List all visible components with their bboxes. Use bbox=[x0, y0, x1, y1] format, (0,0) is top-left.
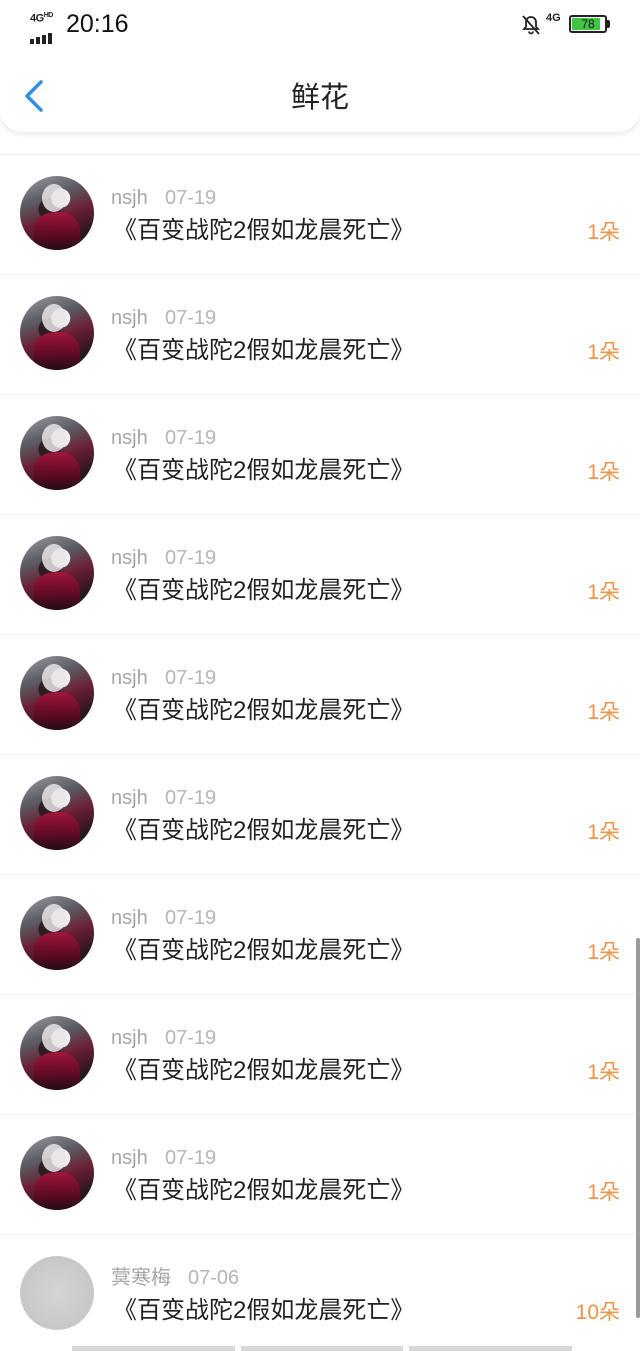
book-title[interactable]: 《百变战陀2假如龙晨死亡》 bbox=[113, 936, 414, 966]
avatar[interactable] bbox=[20, 1136, 94, 1210]
list-item[interactable]: nsjh 07-19 《百变战陀2假如龙晨死亡》 1朵 bbox=[0, 635, 640, 755]
avatar[interactable] bbox=[20, 1256, 94, 1330]
list-item[interactable]: nsjh 07-19 《百变战陀2假如龙晨死亡》 1朵 bbox=[0, 1115, 640, 1235]
battery-level: 78 bbox=[581, 17, 595, 31]
flower-count: 1朵 bbox=[587, 1061, 620, 1084]
list-item[interactable]: nsjh 07-19 《百变战陀2假如龙晨死亡》 1朵 bbox=[0, 875, 640, 995]
flower-count: 1朵 bbox=[587, 581, 620, 604]
date: 07-06 bbox=[188, 1267, 240, 1289]
flower-count: 1朵 bbox=[587, 701, 620, 724]
flower-count: 1朵 bbox=[587, 341, 620, 364]
status-time: 20:16 bbox=[66, 10, 129, 38]
username[interactable]: 蓂寒梅 bbox=[111, 1266, 171, 1290]
book-title[interactable]: 《百变战陀2假如龙晨死亡》 bbox=[113, 336, 414, 366]
date: 07-19 bbox=[165, 187, 217, 209]
username[interactable]: nsjh bbox=[111, 1146, 148, 1170]
date: 07-19 bbox=[165, 547, 217, 569]
username[interactable]: nsjh bbox=[111, 1026, 148, 1050]
list-item[interactable]: 蓂寒梅 07-06 《百变战陀2假如龙晨死亡》 10朵 bbox=[0, 1235, 640, 1351]
username[interactable]: nsjh bbox=[111, 306, 148, 330]
date: 07-19 bbox=[165, 1147, 217, 1169]
signal-indicator: 4GHD bbox=[30, 12, 60, 44]
avatar[interactable] bbox=[20, 776, 94, 850]
username[interactable]: nsjh bbox=[111, 906, 148, 930]
avatar[interactable] bbox=[20, 536, 94, 610]
avatar[interactable] bbox=[20, 176, 94, 250]
avatar[interactable] bbox=[20, 656, 94, 730]
flower-count: 10朵 bbox=[575, 1301, 620, 1324]
avatar[interactable] bbox=[20, 1016, 94, 1090]
signal-bars-icon bbox=[30, 26, 54, 44]
book-title[interactable]: 《百变战陀2假如龙晨死亡》 bbox=[113, 456, 414, 486]
book-title[interactable]: 《百变战陀2假如龙晨死亡》 bbox=[113, 1056, 414, 1086]
list-item[interactable]: nsjh 07-19 《百变战陀2假如龙晨死亡》 1朵 bbox=[0, 275, 640, 395]
network-type: 4G bbox=[546, 12, 561, 24]
battery-icon: 78 bbox=[569, 15, 607, 33]
book-title[interactable]: 《百变战陀2假如龙晨死亡》 bbox=[113, 1296, 414, 1326]
username[interactable]: nsjh bbox=[111, 186, 148, 210]
bell-muted-icon bbox=[521, 15, 541, 35]
signal-label: 4GHD bbox=[30, 12, 53, 25]
flower-count: 1朵 bbox=[587, 221, 620, 244]
flower-list: nsjh 07-19 《百变战陀2假如龙晨死亡》 1朵 nsjh 07-19 《… bbox=[0, 154, 640, 1351]
list-item[interactable]: nsjh 07-19 《百变战陀2假如龙晨死亡》 1朵 bbox=[0, 515, 640, 635]
bottom-strip bbox=[72, 1346, 573, 1351]
date: 07-19 bbox=[165, 667, 217, 689]
book-title[interactable]: 《百变战陀2假如龙晨死亡》 bbox=[113, 816, 414, 846]
username[interactable]: nsjh bbox=[111, 666, 148, 690]
header: 4GHD 20:16 4G 78 鲜花 bbox=[0, 0, 640, 132]
username[interactable]: nsjh bbox=[111, 546, 148, 570]
date: 07-19 bbox=[165, 1027, 217, 1049]
date: 07-19 bbox=[165, 307, 217, 329]
flower-count: 1朵 bbox=[587, 461, 620, 484]
status-bar: 4GHD 20:16 4G 78 bbox=[0, 0, 640, 52]
avatar[interactable] bbox=[20, 296, 94, 370]
date: 07-19 bbox=[165, 427, 217, 449]
list-item[interactable]: nsjh 07-19 《百变战陀2假如龙晨死亡》 1朵 bbox=[0, 995, 640, 1115]
book-title[interactable]: 《百变战陀2假如龙晨死亡》 bbox=[113, 1176, 414, 1206]
username[interactable]: nsjh bbox=[111, 786, 148, 810]
list-item[interactable]: nsjh 07-19 《百变战陀2假如龙晨死亡》 1朵 bbox=[0, 755, 640, 875]
date: 07-19 bbox=[165, 787, 217, 809]
flower-count: 1朵 bbox=[587, 941, 620, 964]
flower-count: 1朵 bbox=[587, 821, 620, 844]
book-title[interactable]: 《百变战陀2假如龙晨死亡》 bbox=[113, 216, 414, 246]
book-title[interactable]: 《百变战陀2假如龙晨死亡》 bbox=[113, 696, 414, 726]
username[interactable]: nsjh bbox=[111, 426, 148, 450]
avatar[interactable] bbox=[20, 896, 94, 970]
page-title: 鲜花 bbox=[290, 82, 349, 114]
list-item[interactable]: nsjh 07-19 《百变战陀2假如龙晨死亡》 1朵 bbox=[0, 395, 640, 515]
date: 07-19 bbox=[165, 907, 217, 929]
avatar[interactable] bbox=[20, 416, 94, 490]
scrollbar[interactable] bbox=[636, 938, 640, 1318]
screen: 4GHD 20:16 4G 78 鲜花 nsjh 07-19 《百变战陀2假如龙… bbox=[0, 0, 640, 1351]
list-item[interactable]: nsjh 07-19 《百变战陀2假如龙晨死亡》 1朵 bbox=[0, 155, 640, 275]
flower-count: 1朵 bbox=[587, 1181, 620, 1204]
book-title[interactable]: 《百变战陀2假如龙晨死亡》 bbox=[113, 576, 414, 606]
